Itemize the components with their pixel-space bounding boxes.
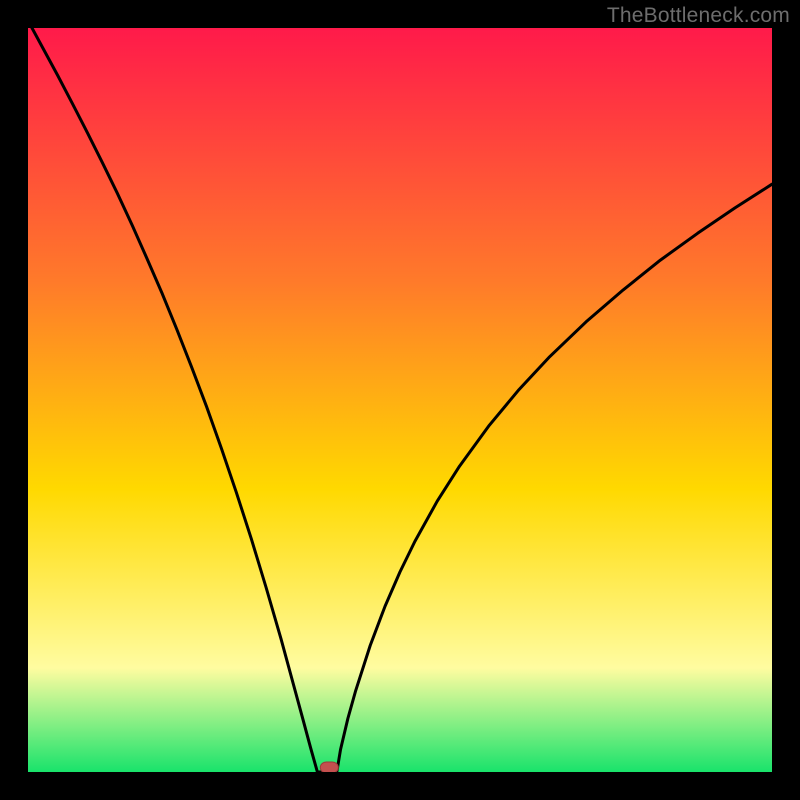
plot-area [28,28,772,772]
optimal-marker [320,762,338,772]
watermark-text: TheBottleneck.com [607,4,790,28]
gradient-background [28,28,772,772]
chart-frame: TheBottleneck.com [0,0,800,800]
plot-svg [28,28,772,772]
